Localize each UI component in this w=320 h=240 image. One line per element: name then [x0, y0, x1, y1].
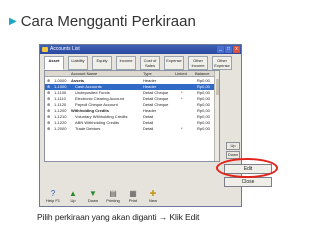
column-header-account-name[interactable]: Account Name	[71, 71, 97, 77]
maximize-button[interactable]: □	[225, 46, 232, 53]
printer-icon: ▤	[109, 189, 117, 198]
slide-caption: Pilih perkiraan yang akan diganti → Klik…	[37, 212, 200, 222]
toolbar-printing-label: Printing	[106, 198, 120, 203]
toolbar-print[interactable]: ▦ Print	[124, 188, 142, 206]
cell-linked: *	[181, 126, 183, 131]
column-header-balance[interactable]: Balance	[195, 71, 209, 77]
tab-liability[interactable]: Liability	[68, 56, 88, 70]
tab-income[interactable]: Income	[116, 56, 136, 70]
toolbar-print-label: Print	[128, 198, 138, 203]
tab-equity[interactable]: Equity	[92, 56, 112, 70]
table-row[interactable]: ⊕ 1-2000 Trade Debtors Detail * Rp0,00	[45, 126, 219, 132]
toolbar-help[interactable]: ? Help F1	[44, 188, 62, 206]
toolbar-down[interactable]: ▼ Down	[84, 188, 102, 206]
up-button[interactable]: Up	[226, 142, 240, 150]
new-icon: ✚	[149, 189, 157, 198]
bullet-icon: ▶	[9, 16, 17, 27]
tab-expense[interactable]: Expense	[164, 56, 184, 70]
toolbar-new[interactable]: ✚ New	[144, 188, 162, 206]
tab-cost-of-sales[interactable]: Cost of Sales	[140, 56, 160, 70]
column-header-type[interactable]: Type	[143, 71, 152, 77]
accounts-grid: Account Name Type Linked Balance ⊕ 1-0000…	[44, 70, 220, 162]
cell-balance: Rp0,00	[197, 126, 210, 131]
toolbar-new-label: New	[148, 198, 157, 203]
up-icon: ▲	[69, 189, 77, 198]
close-button[interactable]: Close	[224, 177, 272, 187]
minimize-button[interactable]: _	[217, 46, 224, 53]
toolbar-printing[interactable]: ▤ Printing	[104, 188, 122, 206]
edit-highlight-ring	[216, 158, 278, 178]
toolbar-up-label: Up	[70, 198, 76, 203]
tab-other-income[interactable]: Other Income	[188, 56, 208, 70]
cell-type: Detail	[143, 126, 154, 131]
down-icon: ▼	[89, 189, 97, 198]
grid-header: Account Name Type Linked Balance	[45, 71, 219, 77]
toolbar-up[interactable]: ▲ Up	[64, 188, 82, 206]
scrollbar-thumb[interactable]	[216, 79, 219, 95]
close-window-button[interactable]: x	[233, 46, 240, 53]
slide-title-text: Cara Mengganti Perkiraan	[20, 13, 196, 30]
column-header-linked[interactable]: Linked	[175, 71, 187, 77]
window-icon	[42, 47, 48, 52]
toolbar-down-label: Down	[87, 198, 99, 203]
cell-id: 1-2000	[54, 126, 67, 131]
cell-name: Trade Debtors	[75, 126, 101, 131]
help-icon: ?	[50, 189, 56, 198]
tab-other-expense[interactable]: Other Expense	[212, 56, 232, 70]
tab-asset[interactable]: Asset	[44, 56, 64, 70]
account-type-tabs: Asset Liability Equity Income Cost of Sa…	[44, 56, 239, 70]
window-titlebar[interactable]: Accounts List _ □ x	[40, 45, 241, 54]
slide-title: ▶ Cara Mengganti Perkiraan	[9, 13, 196, 30]
expand-icon[interactable]: ⊕	[47, 126, 50, 132]
bottom-toolbar: ? Help F1 ▲ Up ▼ Down ▤ Printing ▦ Print ✚ New	[44, 188, 168, 206]
print-icon: ▦	[129, 189, 137, 198]
toolbar-help-label: Help F1	[45, 198, 60, 203]
grid-scrollbar[interactable]	[214, 71, 219, 161]
window-title: Accounts List	[50, 46, 80, 52]
accounts-list-window: Accounts List _ □ x Asset Liability Equi…	[39, 44, 278, 207]
